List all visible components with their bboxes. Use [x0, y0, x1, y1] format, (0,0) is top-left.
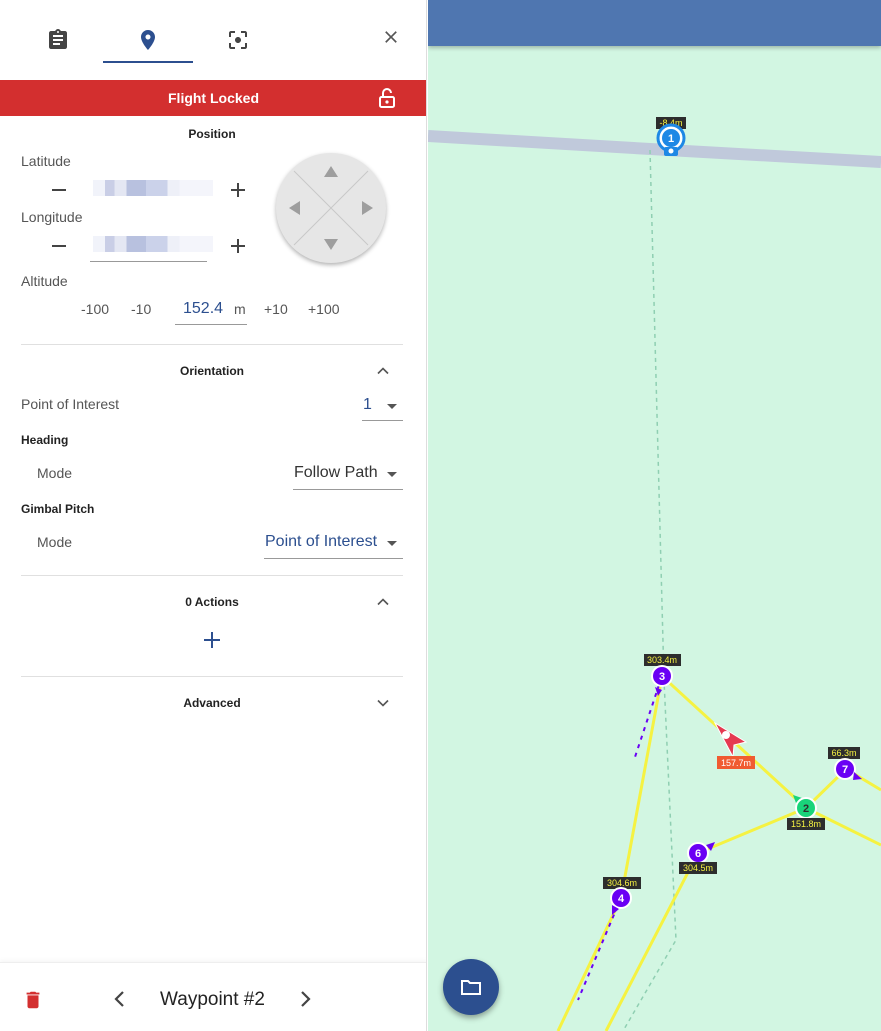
- plus-icon: [231, 239, 245, 253]
- altitude-input[interactable]: 152.4: [183, 300, 223, 318]
- location-pin-icon: [141, 30, 155, 50]
- joystick-down-arrow-icon[interactable]: [324, 239, 338, 250]
- wp4-altitude-label: 304.6m: [607, 878, 637, 888]
- flight-locked-banner: Flight Locked: [0, 80, 426, 116]
- heading-mode-value: Follow Path: [294, 464, 378, 481]
- waypoint-4-marker[interactable]: 304.6m 4: [603, 877, 641, 915]
- map-view[interactable]: -8.4m 1 303.4m 3 66.3m 7 157.7m 2 151.8m…: [428, 0, 881, 1031]
- flight-path-segment: [604, 806, 807, 1031]
- delete-waypoint-button[interactable]: [22, 989, 44, 1011]
- point-of-interest-label: Point of Interest: [21, 396, 120, 412]
- altitude-label: Altitude: [21, 273, 68, 289]
- longitude-increment-button[interactable]: [227, 235, 249, 257]
- wp7-number: 7: [842, 764, 848, 776]
- center-focus-icon: [229, 31, 247, 49]
- gimbal-pitch-label: Gimbal Pitch: [21, 502, 95, 516]
- altitude-minus-100-button[interactable]: -100: [81, 301, 109, 317]
- tab-waypoint[interactable]: [103, 18, 193, 63]
- latitude-decrement-button[interactable]: [48, 179, 70, 201]
- close-button[interactable]: [376, 22, 406, 52]
- wp4-number: 4: [618, 893, 625, 905]
- latitude-increment-button[interactable]: [227, 179, 249, 201]
- longitude-input-underline: [90, 261, 207, 262]
- longitude-decrement-button[interactable]: [48, 235, 70, 257]
- gimbal-mode-value: Point of Interest: [265, 533, 378, 550]
- orientation-section-title: Orientation: [179, 364, 244, 378]
- latitude-input[interactable]: [93, 180, 213, 196]
- position-joystick[interactable]: [276, 153, 386, 263]
- map-top-bar: [428, 0, 881, 46]
- longitude-label: Longitude: [21, 209, 83, 225]
- dropdown-caret-icon: [387, 541, 397, 546]
- tab-mission-details[interactable]: [13, 18, 103, 62]
- waypoint-6-marker[interactable]: 6 304.5m: [679, 842, 717, 874]
- joystick-left-arrow-icon[interactable]: [289, 201, 300, 215]
- drone-marker[interactable]: 157.7m: [713, 721, 755, 769]
- map-canvas: -8.4m 1 303.4m 3 66.3m 7 157.7m 2 151.8m…: [428, 117, 881, 1031]
- wp7-altitude-label: 66.3m: [831, 748, 856, 758]
- chevron-down-icon[interactable]: [373, 693, 393, 713]
- next-waypoint-button[interactable]: [293, 987, 317, 1011]
- position-section-title: Position: [188, 127, 236, 141]
- minus-icon: [52, 245, 66, 247]
- joystick-right-arrow-icon[interactable]: [362, 201, 373, 215]
- point-of-interest-select[interactable]: 1: [362, 396, 403, 421]
- gimbal-mode-label: Mode: [37, 534, 73, 550]
- wp3-altitude-label: 303.4m: [647, 655, 677, 665]
- chevron-up-icon[interactable]: [373, 361, 393, 381]
- drone-altitude-label: 157.7m: [721, 758, 751, 768]
- altitude-minus-10-button[interactable]: -10: [131, 301, 151, 317]
- flight-locked-label: Flight Locked: [168, 90, 259, 106]
- panel-tabs: [0, 0, 426, 80]
- altitude-input-underline: [175, 324, 247, 325]
- wp2-number: 2: [803, 803, 809, 815]
- wp1-number: 1: [668, 133, 674, 145]
- open-folder-button[interactable]: [443, 959, 499, 1015]
- wp6-altitude-label: 304.5m: [683, 863, 713, 873]
- altitude-unit: m: [234, 301, 246, 317]
- altitude-plus-10-button[interactable]: +10: [264, 301, 288, 317]
- waypoint-panel: Flight Locked Position Latitude Longitud…: [0, 0, 427, 1031]
- plus-icon: [231, 183, 245, 197]
- waypoint-7-marker[interactable]: 66.3m 7: [828, 747, 862, 780]
- dropdown-caret-icon: [387, 404, 397, 409]
- divider: [21, 676, 403, 677]
- advanced-section-title[interactable]: Advanced: [0, 696, 424, 710]
- heading-mode-label: Mode: [37, 465, 73, 481]
- waypoint-title: Waypoint #2: [160, 989, 265, 1010]
- clipboard-icon: [49, 29, 67, 49]
- heading-mode-select[interactable]: Follow Path: [293, 464, 403, 490]
- add-action-button[interactable]: [201, 629, 223, 651]
- wp3-number: 3: [659, 671, 665, 683]
- close-icon: [385, 31, 397, 43]
- altitude-plus-100-button[interactable]: +100: [308, 301, 340, 317]
- joystick-up-arrow-icon[interactable]: [324, 166, 338, 177]
- latitude-label: Latitude: [21, 153, 71, 169]
- actions-section-title: 0 Actions: [185, 595, 239, 609]
- heading-label: Heading: [21, 433, 69, 447]
- wp6-number: 6: [695, 848, 701, 860]
- minus-icon: [52, 189, 66, 191]
- tab-point-of-interest[interactable]: [193, 18, 283, 62]
- previous-waypoint-button[interactable]: [108, 987, 132, 1011]
- chevron-up-icon[interactable]: [373, 592, 393, 612]
- gimbal-mode-select[interactable]: Point of Interest: [264, 533, 403, 559]
- lock-open-icon[interactable]: [375, 86, 399, 110]
- point-of-interest-value: 1: [363, 396, 372, 413]
- waypoint-footer: Waypoint #2: [0, 962, 426, 1031]
- divider: [21, 575, 403, 576]
- road: [428, 130, 881, 168]
- folder-icon: [461, 980, 481, 995]
- divider: [21, 344, 403, 345]
- longitude-input[interactable]: [93, 236, 213, 252]
- dropdown-caret-icon: [387, 472, 397, 477]
- wp2-altitude-label: 151.8m: [791, 819, 821, 829]
